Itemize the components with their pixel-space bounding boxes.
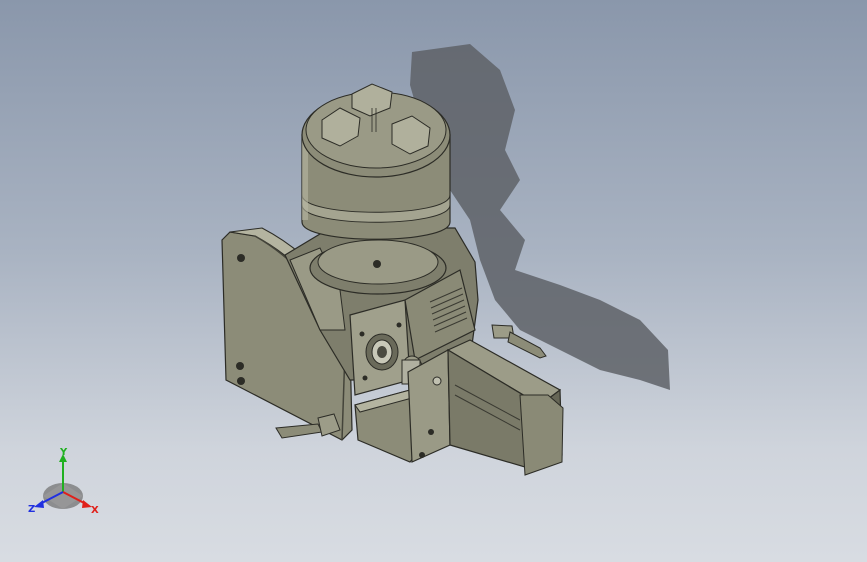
chuck-flange bbox=[309, 239, 447, 295]
z-axis-label: Z bbox=[28, 504, 36, 515]
three-jaw-chuck bbox=[301, 83, 451, 240]
model-render[interactable] bbox=[0, 0, 867, 562]
3d-viewport[interactable]: Y X Z bbox=[0, 0, 867, 562]
y-axis-label: Y bbox=[60, 447, 68, 458]
x-axis-label: X bbox=[91, 505, 99, 516]
servo-motor bbox=[407, 339, 564, 476]
axis-triad: Y X Z bbox=[22, 448, 106, 524]
